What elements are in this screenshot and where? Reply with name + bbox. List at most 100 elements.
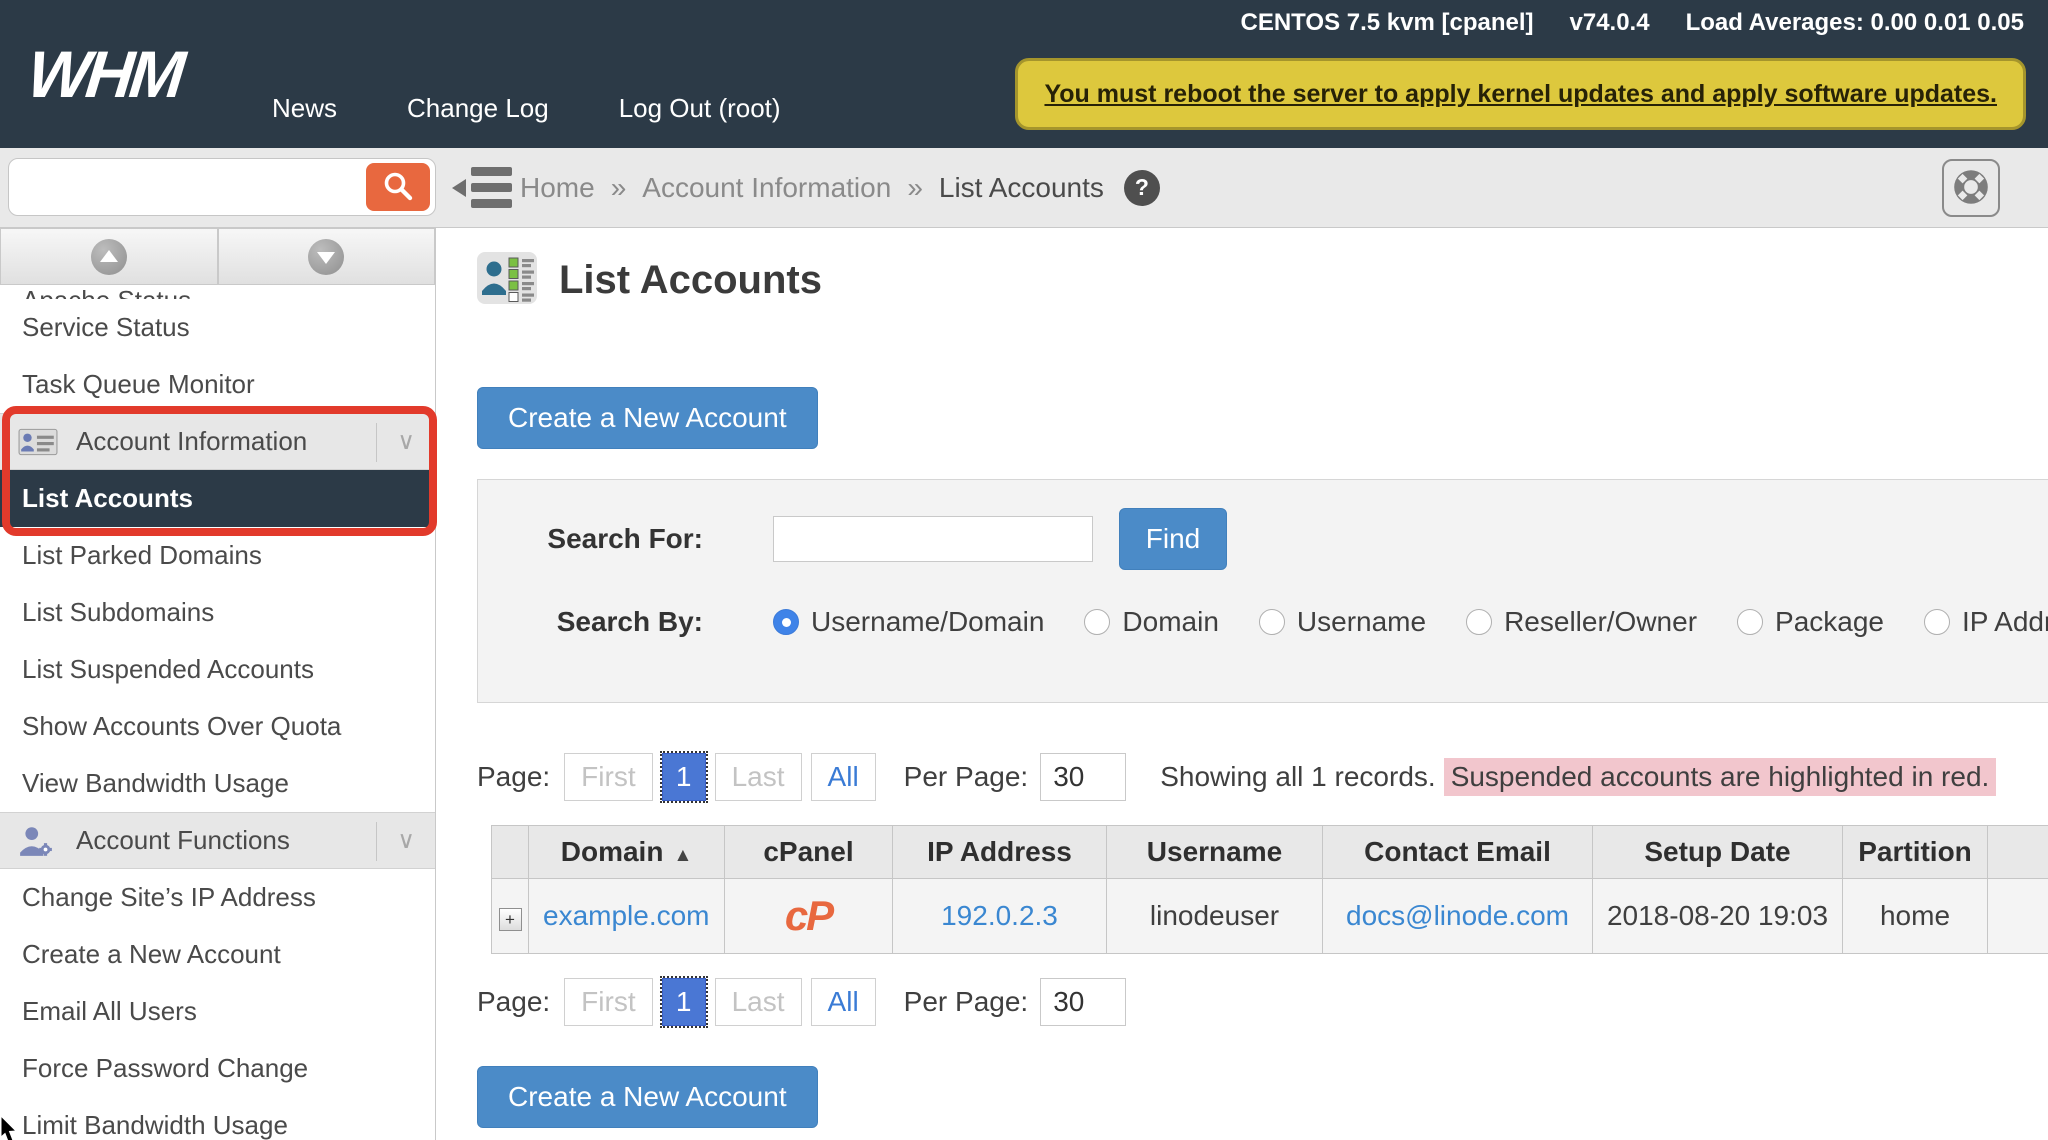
main-content: List Accounts Create a New Account Searc… [437, 228, 2048, 1140]
sidebar-item-list-accounts[interactable]: List Accounts [0, 470, 435, 527]
search-by-option-ip-address[interactable]: IP Address [1924, 606, 2048, 638]
radio-icon[interactable] [1737, 609, 1763, 635]
radio-label: Domain [1122, 606, 1218, 638]
top-nav-news[interactable]: News [272, 93, 337, 124]
column-header-cpanel[interactable]: cPanel [725, 826, 893, 879]
accounts-table-wrap: Domain▲cPanelIP AddressUsernameContact E… [491, 825, 2048, 954]
breadcrumb-account-information[interactable]: Account Information [642, 172, 891, 204]
top-bar: CENTOS 7.5 kvm [cpanel] v74.0.4 Load Ave… [0, 0, 2048, 148]
reboot-warning-banner[interactable]: You must reboot the server to apply kern… [1015, 58, 2026, 130]
sidebar-item-list-parked-domains[interactable]: List Parked Domains [0, 527, 435, 584]
page-button-1[interactable]: 1 [662, 753, 706, 801]
search-by-label: Search By: [478, 606, 703, 638]
page-button-last: Last [715, 978, 802, 1026]
scroll-down-icon [308, 239, 344, 275]
per-page-input[interactable] [1040, 978, 1126, 1026]
radio-label: IP Address [1962, 606, 2048, 638]
support-button[interactable] [1942, 159, 2000, 217]
top-nav-change-log[interactable]: Change Log [407, 93, 549, 124]
radio-icon[interactable] [1084, 609, 1110, 635]
radio-icon[interactable] [1466, 609, 1492, 635]
page-button-all[interactable]: All [811, 978, 876, 1026]
sidebar-item-task-queue-monitor[interactable]: Task Queue Monitor [0, 356, 435, 413]
sidebar-item-list-subdomains[interactable]: List Subdomains [0, 584, 435, 641]
radio-icon[interactable] [1924, 609, 1950, 635]
per-page-label: Per Page: [904, 761, 1029, 793]
sidebar-item-limit-bandwidth-usage[interactable]: Limit Bandwidth Usage [0, 1097, 435, 1140]
sidebar-item-change-site-s-ip-address[interactable]: Change Site’s IP Address [0, 869, 435, 926]
link-example-com[interactable]: example.com [543, 900, 710, 931]
search-by-option-username-domain[interactable]: Username/Domain [773, 606, 1044, 638]
table-row: + example.com cP 192.0.2.3 linodeuser docs@li… [492, 879, 2048, 954]
column-header-partition[interactable]: Partition [1843, 826, 1988, 879]
sidebar-item-show-accounts-over-quota[interactable]: Show Accounts Over Quota [0, 698, 435, 755]
radio-selected-icon[interactable] [773, 609, 799, 635]
page-title: List Accounts [559, 258, 822, 303]
sidebar-item-service-status[interactable]: Service Status [0, 299, 435, 356]
section-divider [376, 423, 377, 462]
sidebar-item-clipped[interactable]: Apache Status [0, 285, 435, 299]
chevron-down-icon[interactable]: ∨ [397, 826, 415, 855]
per-page-input[interactable] [1040, 753, 1126, 801]
sidebar-section-label: Account Information [76, 426, 307, 457]
top-nav-log-out-root[interactable]: Log Out (root) [619, 93, 781, 124]
sidebar-scroll-down-button[interactable] [218, 228, 436, 285]
pagination-buttons: First1LastAll [564, 978, 876, 1026]
column-header-contact-email[interactable]: Contact Email [1323, 826, 1593, 879]
cpanel-logo-icon[interactable]: cP [785, 892, 832, 939]
column-header-setup-date[interactable]: Setup Date [1593, 826, 1843, 879]
search-for-label: Search For: [478, 523, 703, 555]
sidebar-search-box [8, 158, 436, 216]
search-for-input[interactable] [773, 516, 1093, 562]
search-by-option-package[interactable]: Package [1737, 606, 1884, 638]
help-question-icon[interactable]: ? [1124, 170, 1160, 206]
create-account-button-top[interactable]: Create a New Account [477, 387, 818, 449]
sidebar-section-account-information[interactable]: Account Information ∨ [0, 413, 435, 470]
sidebar-item-view-bandwidth-usage[interactable]: View Bandwidth Usage [0, 755, 435, 812]
search-by-option-username[interactable]: Username [1259, 606, 1426, 638]
pagination-buttons: First1LastAll [564, 753, 876, 801]
breadcrumb-separator: » [611, 172, 627, 204]
search-by-option-domain[interactable]: Domain [1084, 606, 1218, 638]
account-info-icon [18, 428, 62, 456]
page-button-all[interactable]: All [811, 753, 876, 801]
suspended-note: Suspended accounts are highlighted in re… [1444, 758, 1997, 796]
search-by-option-reseller-owner[interactable]: Reseller/Owner [1466, 606, 1697, 638]
find-button[interactable]: Find [1119, 508, 1227, 570]
load-averages-label: Load Averages: 0.00 0.01 0.05 [1686, 9, 2024, 37]
cell-linodeuser: linodeuser [1107, 879, 1323, 954]
sidebar-menu: Service StatusTask Queue MonitorAccount … [0, 299, 435, 1140]
link-docs-linode-com[interactable]: docs@linode.com [1346, 900, 1569, 931]
sidebar-scroll-up-button[interactable] [0, 228, 218, 285]
pagination-bottom: Page: First1LastAll Per Page: [477, 978, 2048, 1026]
link-192-0-2-3[interactable]: 192.0.2.3 [941, 900, 1058, 931]
server-status-bar: CENTOS 7.5 kvm [cpanel] v74.0.4 Load Ave… [1241, 9, 2025, 37]
search-button[interactable] [366, 163, 430, 211]
radio-icon[interactable] [1259, 609, 1285, 635]
reboot-warning-text: You must reboot the server to apply kern… [1044, 80, 1997, 109]
expand-row-button[interactable]: + [499, 908, 522, 931]
page-label: Page: [477, 761, 550, 793]
cell-home: home [1843, 879, 1988, 954]
breadcrumb-separator: » [907, 172, 923, 204]
sidebar-section-account-functions[interactable]: Account Functions∨ [0, 812, 435, 869]
search-input[interactable] [21, 163, 361, 211]
breadcrumb-home[interactable]: Home [520, 172, 595, 204]
column-header-username[interactable]: Username [1107, 826, 1323, 879]
chevron-down-icon[interactable]: ∨ [397, 427, 415, 456]
sidebar-item-force-password-change[interactable]: Force Password Change [0, 1040, 435, 1097]
page-button-1[interactable]: 1 [662, 978, 706, 1026]
sidebar-scroll-controls [0, 228, 435, 285]
page-title-row: List Accounts [477, 252, 2048, 309]
create-account-button-bottom[interactable]: Create a New Account [477, 1066, 818, 1128]
sidebar-item-create-a-new-account[interactable]: Create a New Account [0, 926, 435, 983]
page-button-last: Last [715, 753, 802, 801]
search-by-options: Username/Domain Domain Username Reseller/Ow… [773, 606, 2048, 638]
sidebar-item-email-all-users[interactable]: Email All Users [0, 983, 435, 1040]
collapse-sidebar-icon[interactable] [452, 165, 516, 216]
sidebar-item-list-suspended-accounts[interactable]: List Suspended Accounts [0, 641, 435, 698]
search-icon [382, 170, 414, 205]
column-header-ip-address[interactable]: IP Address [893, 826, 1107, 879]
whm-logo[interactable]: WHM [24, 36, 185, 112]
column-header-domain[interactable]: Domain▲ [529, 826, 725, 879]
